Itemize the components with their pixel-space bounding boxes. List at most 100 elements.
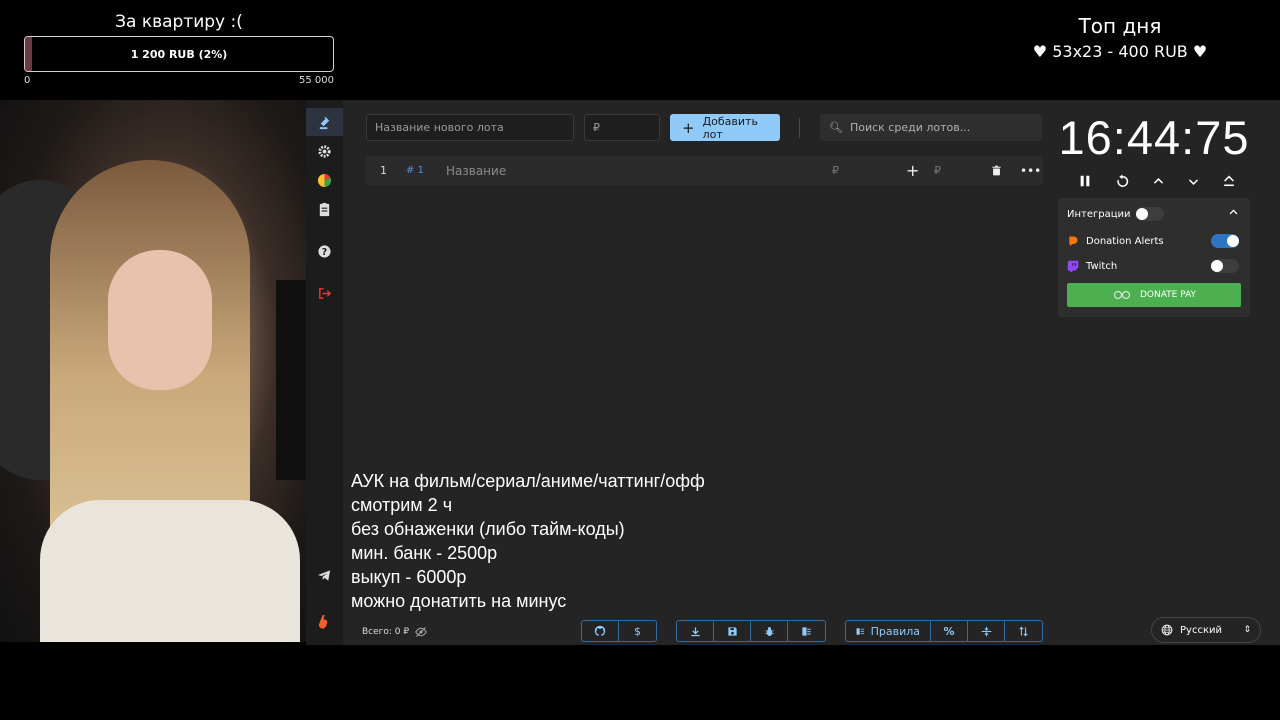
add-lot-label: Добавить лот <box>702 114 758 141</box>
top-day-entry: ♥ 53x23 - 400 RUB ♥ <box>1032 42 1208 61</box>
bug-report-button[interactable] <box>751 621 788 641</box>
logout-icon <box>319 287 332 299</box>
total-label: Всего: 0 ₽ <box>362 627 410 637</box>
integrations-title: Интеграции <box>1067 208 1131 220</box>
lot-id[interactable]: # 1 <box>406 156 424 185</box>
donation-alerts-toggle[interactable] <box>1211 234 1239 248</box>
lot-name-input[interactable]: Название нового лота <box>366 114 574 141</box>
twitch-toggle[interactable] <box>1211 259 1239 273</box>
timer-down-button[interactable] <box>1182 170 1204 192</box>
donate-dollar-button[interactable]: $ <box>619 621 656 641</box>
sort-button[interactable] <box>1005 621 1042 641</box>
delete-lot-button[interactable] <box>991 156 1002 185</box>
sidebar: ? <box>306 100 343 645</box>
telegram-icon <box>317 569 331 581</box>
sidebar-item-telegram[interactable] <box>306 561 343 589</box>
toggle-knob <box>1211 260 1223 272</box>
save-button[interactable] <box>714 621 751 641</box>
goal-progress-text: 1 200 RUB (2%) <box>130 47 228 61</box>
sidebar-item-history[interactable] <box>306 195 343 223</box>
goal-title: За квартиру :( <box>115 12 243 32</box>
language-select[interactable]: Русский ⇕ <box>1151 617 1261 643</box>
trash-icon <box>992 165 1001 176</box>
donation-alerts-icon <box>1069 236 1078 247</box>
dollar-icon: $ <box>634 624 641 638</box>
svg-text:?: ? <box>322 246 327 257</box>
toggle-knob <box>1136 208 1148 220</box>
lot-name-field[interactable]: Название <box>446 156 506 185</box>
pause-button[interactable] <box>1074 170 1096 192</box>
webcam-lamp <box>276 280 306 480</box>
donatepay-icon <box>1113 290 1131 300</box>
rules-button[interactable]: Правила <box>846 621 931 641</box>
toggle-knob <box>1227 235 1239 247</box>
goal-scale: 0 55 000 <box>24 75 334 86</box>
donation-goal: За квартиру :( 1 200 RUB (2%) 0 55 000 <box>24 12 334 86</box>
timer-up-button[interactable] <box>1147 170 1169 192</box>
integrations-master-toggle[interactable] <box>1136 207 1164 221</box>
gear-icon <box>318 144 331 158</box>
language-label: Русский <box>1180 624 1222 636</box>
rules-book-icon <box>856 627 865 635</box>
github-button[interactable] <box>582 621 619 641</box>
search-placeholder: Поиск среди лотов... <box>849 121 971 134</box>
rules-line: можно донатить на минус <box>351 591 567 611</box>
file-button-group <box>676 620 826 642</box>
add-amount-icon[interactable]: + <box>906 156 919 185</box>
donatepay-label: DONATE PAY <box>1139 290 1197 300</box>
compress-icon <box>981 626 991 636</box>
integration-twitch: Twitch <box>1067 255 1241 277</box>
goal-max: 55 000 <box>299 75 334 86</box>
eye-off-icon[interactable] <box>415 626 427 638</box>
sidebar-item-settings[interactable] <box>306 137 343 165</box>
top-day-title: Топ дня <box>1078 14 1162 38</box>
timer-double-up-button[interactable] <box>1218 170 1240 192</box>
lot-add-amount-field[interactable]: ₽ <box>934 156 941 185</box>
pause-icon <box>1080 175 1090 187</box>
lot-row: 1 # 1 Название ₽ + ₽ ••• <box>366 156 1043 185</box>
download-icon <box>690 626 700 636</box>
collapse-button[interactable] <box>1228 207 1239 221</box>
rules-line: смотрим 2 ч <box>351 495 453 515</box>
integrations-header: Интеграции <box>1067 203 1241 225</box>
webcam-face <box>108 250 212 390</box>
top-of-day: Топ дня ♥ 53x23 - 400 RUB ♥ <box>1020 14 1220 61</box>
add-lot-button[interactable]: + Добавить лот <box>670 114 780 141</box>
more-options-icon[interactable]: ••• <box>1020 156 1041 185</box>
normalize-button[interactable] <box>968 621 1005 641</box>
donatepay-button[interactable]: DONATE PAY <box>1067 283 1241 307</box>
lot-search-input[interactable]: 🔍︎ Поиск среди лотов... <box>820 114 1042 141</box>
integration-donation-alerts: Donation Alerts <box>1067 230 1241 252</box>
stream-rules-text: АУК на фильм/сериал/аниме/чаттинг/офф см… <box>351 469 705 613</box>
load-lots-button[interactable] <box>788 621 825 641</box>
chevron-up-icon <box>1153 177 1163 184</box>
select-arrows-icon: ⇕ <box>1243 625 1251 635</box>
twitch-icon <box>1067 260 1079 272</box>
pie-chart-icon <box>317 173 332 187</box>
chevron-double-up-icon <box>1224 175 1234 187</box>
footer: Всего: 0 ₽ $ Правила % Русский ⇕ <box>306 617 1280 645</box>
sidebar-item-stats[interactable] <box>306 166 343 194</box>
percent-icon: % <box>943 624 955 638</box>
sidebar-item-logout[interactable] <box>306 279 343 307</box>
goal-progress-bar: 1 200 RUB (2%) <box>24 36 334 72</box>
github-icon <box>594 625 606 637</box>
download-button[interactable] <box>677 621 714 641</box>
reset-timer-button[interactable] <box>1111 170 1133 192</box>
lot-amount-field[interactable]: ₽ <box>832 156 839 185</box>
search-icon: 🔍︎ <box>829 121 843 134</box>
webcam-body <box>40 500 300 642</box>
rules-line: без обнаженки (либо тайм-коды) <box>351 519 625 539</box>
gavel-icon <box>319 116 330 129</box>
auction-app: ? Название нового лота ₽ + Добавить лот … <box>306 100 1280 645</box>
sidebar-item-auction[interactable] <box>306 108 343 136</box>
lot-amount-input[interactable]: ₽ <box>584 114 660 141</box>
lot-index: 1 <box>380 164 387 177</box>
links-button-group: $ <box>581 620 657 642</box>
percent-button[interactable]: % <box>931 621 968 641</box>
rules-line: мин. банк - 2500р <box>351 543 498 563</box>
toolbar-divider <box>799 118 800 138</box>
sidebar-item-help[interactable]: ? <box>306 237 343 265</box>
list-file-icon <box>802 626 811 636</box>
help-icon: ? <box>318 244 331 257</box>
